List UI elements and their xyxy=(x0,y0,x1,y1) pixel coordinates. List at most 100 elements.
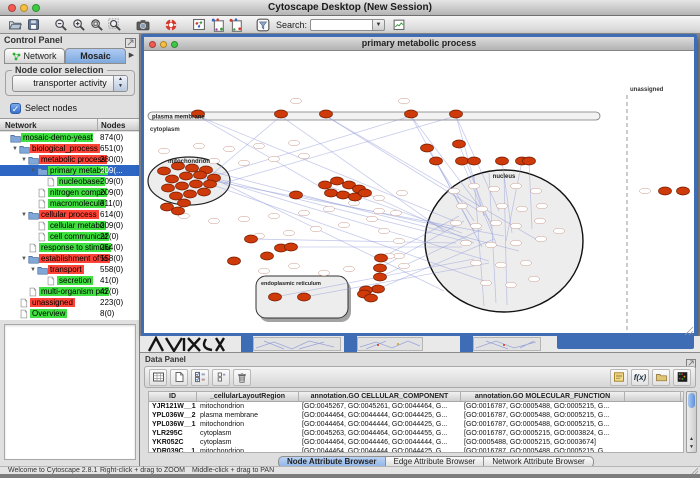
tree-row[interactable]: biological_process651(0) xyxy=(0,143,139,154)
table-scrollbar[interactable] xyxy=(686,391,697,453)
tree-row[interactable]: cellular process614(0) xyxy=(0,209,139,220)
tree-row[interactable]: unassigned223(0) xyxy=(0,297,139,308)
column-header[interactable] xyxy=(625,392,681,401)
background-window-edge[interactable] xyxy=(241,336,253,352)
annotation-icon-1[interactable] xyxy=(208,17,226,32)
attribute-table-icon[interactable] xyxy=(149,369,167,386)
table-row[interactable]: YPL036W__2plasma membrane[GO:0044464, GO… xyxy=(149,411,683,420)
zoom-selected-icon[interactable] xyxy=(106,17,124,32)
window-resize-grip[interactable] xyxy=(684,323,694,333)
create-attribute-icon[interactable] xyxy=(170,369,188,386)
network-minimize-button[interactable] xyxy=(160,41,167,48)
background-window-edge[interactable] xyxy=(460,336,473,352)
birds-eye-view[interactable] xyxy=(4,324,136,460)
table-row[interactable]: YJR121W__1mitochondrion[GO:0045267, GO:0… xyxy=(149,402,683,411)
tree-row[interactable]: cell communicat22(0) xyxy=(0,231,139,242)
column-header[interactable]: _cellularLayoutRegion xyxy=(197,392,299,401)
svg-text:endoplasmic reticulum: endoplasmic reticulum xyxy=(261,281,321,287)
disclosure-triangle-icon[interactable] xyxy=(20,157,28,163)
delete-attribute-icon[interactable] xyxy=(233,369,251,386)
table-row[interactable]: YDR039C__1mitochondrion[GO:0044464, GO:0… xyxy=(149,447,683,453)
background-window-thumbnail[interactable] xyxy=(473,337,541,351)
file-icon xyxy=(37,199,48,209)
search-label: Search: xyxy=(276,20,307,30)
network-maximize-button[interactable] xyxy=(171,41,178,48)
disclosure-triangle-icon[interactable] xyxy=(11,146,19,152)
table-cell: [GO:0016787, GO:0005488, GO:0005215, G..… xyxy=(461,420,625,429)
annotation-icon-2[interactable] xyxy=(226,17,244,32)
tree-row[interactable]: metabolic process280(0) xyxy=(0,154,139,165)
tree-row[interactable]: Overview8(0) xyxy=(0,308,139,319)
background-window-thumbnail[interactable] xyxy=(253,337,341,351)
network-close-button[interactable] xyxy=(149,41,156,48)
node-color-dropdown[interactable]: transporter activity xyxy=(12,75,128,92)
column-header[interactable]: annotation.GO CELLULAR_COMPONENT xyxy=(299,392,461,401)
background-window-edge[interactable] xyxy=(344,336,357,352)
column-header[interactable]: ID xyxy=(149,392,197,401)
table-cell: mitochondrion xyxy=(197,420,299,429)
tree-row[interactable]: transport558(0) xyxy=(0,264,139,275)
tree-row[interactable]: multi-organism pro42(0) xyxy=(0,286,139,297)
disclosure-triangle-icon[interactable] xyxy=(29,168,37,174)
tree-row[interactable]: primary metabo209(... xyxy=(0,165,139,176)
scroll-down-icon[interactable] xyxy=(687,443,696,451)
tree-row[interactable]: response to stimulu264(0) xyxy=(0,242,139,253)
zoom-out-icon[interactable] xyxy=(52,17,70,32)
help-lifesaver-icon[interactable] xyxy=(162,17,180,32)
select-attributes-icon[interactable] xyxy=(191,369,209,386)
attribute-table[interactable]: ID_cellularLayoutRegionannotation.GO CEL… xyxy=(148,391,684,453)
close-button[interactable] xyxy=(8,4,16,12)
select-nodes-checkbox[interactable] xyxy=(10,103,21,114)
tree-row[interactable]: nucleobase-209(0) xyxy=(0,176,139,187)
table-row[interactable]: YPL036W__1mitochondrion[GO:0044464, GO:0… xyxy=(149,420,683,429)
table-row[interactable]: YKR052Ccytoplasm[GO:0044464, GO:0044446,… xyxy=(149,438,683,447)
minimize-button[interactable] xyxy=(20,4,28,12)
disclosure-triangle-icon[interactable] xyxy=(20,256,28,262)
table-cell: [GO:0005488, GO:0005215, GO:0003674] xyxy=(461,438,625,447)
tree-row[interactable]: nitrogen compo209(0) xyxy=(0,187,139,198)
row-options-icon[interactable] xyxy=(212,369,230,386)
tree-row[interactable]: cellular metabo209(0) xyxy=(0,220,139,231)
table-cell: [GO:0044464, GO:0044444, GO:0044425, G..… xyxy=(299,447,461,453)
disclosure-triangle-icon[interactable] xyxy=(29,267,37,273)
maximize-button[interactable] xyxy=(32,4,40,12)
tree-row[interactable]: secretion41(0) xyxy=(0,275,139,286)
tree-row[interactable]: macromolecule311(0) xyxy=(0,198,139,209)
open-file-icon[interactable] xyxy=(6,17,24,32)
tab-mosaic-label: Mosaic xyxy=(80,50,111,63)
search-dropdown-arrow-icon[interactable] xyxy=(372,19,385,31)
save-session-icon[interactable] xyxy=(24,17,42,32)
tree-nodes-count: 874(0) xyxy=(100,133,123,142)
filter-icon[interactable] xyxy=(254,17,272,32)
disclosure-triangle-icon[interactable] xyxy=(20,212,28,218)
node-color-dropdown-value: transporter activity xyxy=(33,78,107,88)
float-panel-icon[interactable] xyxy=(125,35,136,45)
data-panel-float-icon[interactable] xyxy=(686,355,696,364)
snapshot-icon[interactable] xyxy=(134,17,152,32)
search-input[interactable] xyxy=(310,19,372,31)
node-color-selection-group: Node color selection transporter activit… xyxy=(5,70,135,96)
background-window-thumbnail[interactable] xyxy=(357,337,423,351)
search-options-icon[interactable] xyxy=(390,17,408,32)
zoom-fit-icon[interactable] xyxy=(88,17,106,32)
scrollbar-thumb[interactable] xyxy=(688,393,695,408)
tree-row[interactable]: mosaic-demo-yeast874(0) xyxy=(0,132,139,143)
tab-network[interactable]: Network xyxy=(4,48,65,64)
tab-mosaic[interactable]: Mosaic xyxy=(65,48,126,64)
tree-nodes-count: 280(0) xyxy=(100,155,123,164)
table-row[interactable]: YLR295Ccytoplasm[GO:0045263, GO:0044464,… xyxy=(149,429,683,438)
image-manager-icon[interactable] xyxy=(190,17,208,32)
network-desktop: primary metabolic process plasma membran… xyxy=(140,34,700,352)
tab-overflow-arrow-icon[interactable] xyxy=(126,48,137,64)
import-attributes-icon[interactable] xyxy=(652,369,670,386)
column-header[interactable]: annotation.GO MOLECULAR_FUNCTION xyxy=(461,392,625,401)
tree-label: biological_process xyxy=(30,144,100,153)
notes-icon[interactable] xyxy=(610,369,628,386)
tree-row[interactable]: establishment of lo558(0) xyxy=(0,253,139,264)
function-builder-icon[interactable] xyxy=(631,369,649,386)
network-window[interactable]: primary metabolic process plasma membran… xyxy=(141,34,697,336)
zoom-in-icon[interactable] xyxy=(70,17,88,32)
attribute-matrix-icon[interactable] xyxy=(673,369,691,386)
network-canvas[interactable]: plasma membranecytoplasmmitochondrionnuc… xyxy=(144,51,694,333)
scroll-up-icon[interactable] xyxy=(687,435,696,443)
